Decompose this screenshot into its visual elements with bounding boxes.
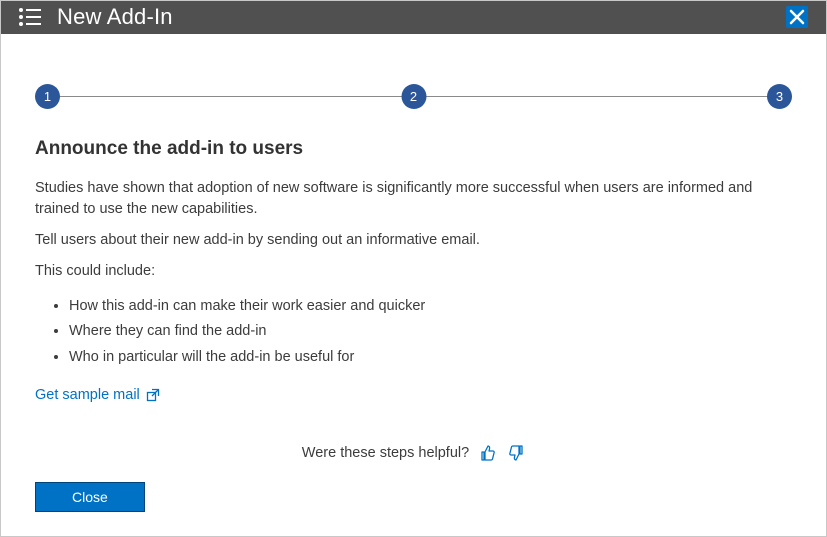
dialog-title: New Add-In [57, 4, 784, 30]
dialog-window: New Add-In 1 2 3 Announce the add-in to … [0, 0, 827, 537]
dialog-footer: Close [35, 462, 792, 512]
feedback-row: Were these steps helpful? [35, 444, 792, 462]
thumbs-down-icon[interactable] [507, 444, 525, 462]
link-label: Get sample mail [35, 387, 140, 403]
progress-stepper: 1 2 3 [35, 84, 792, 110]
paragraph-include: This could include: [35, 261, 792, 282]
step-1[interactable]: 1 [35, 84, 60, 109]
external-link-icon [146, 388, 160, 402]
dialog-content: 1 2 3 Announce the add-in to users Studi… [1, 34, 826, 536]
paragraph-tell: Tell users about their new add-in by sen… [35, 230, 792, 251]
thumbs-up-icon[interactable] [479, 444, 497, 462]
list-item: Where they can find the add-in [69, 319, 792, 344]
sample-mail-row: Get sample mail [35, 386, 792, 404]
close-icon[interactable] [784, 4, 810, 30]
page-heading: Announce the add-in to users [35, 138, 792, 160]
feedback-label: Were these steps helpful? [302, 445, 469, 461]
step-2[interactable]: 2 [401, 84, 426, 109]
paragraph-intro: Studies have shown that adoption of new … [35, 178, 792, 220]
list-item: How this add-in can make their work easi… [69, 294, 792, 319]
step-3[interactable]: 3 [767, 84, 792, 109]
close-button[interactable]: Close [35, 482, 145, 512]
include-list: How this add-in can make their work easi… [69, 294, 792, 370]
list-item: Who in particular will the add-in be use… [69, 345, 792, 370]
titlebar: New Add-In [1, 1, 826, 34]
get-sample-mail-link[interactable]: Get sample mail [35, 387, 160, 403]
list-icon [17, 4, 43, 30]
